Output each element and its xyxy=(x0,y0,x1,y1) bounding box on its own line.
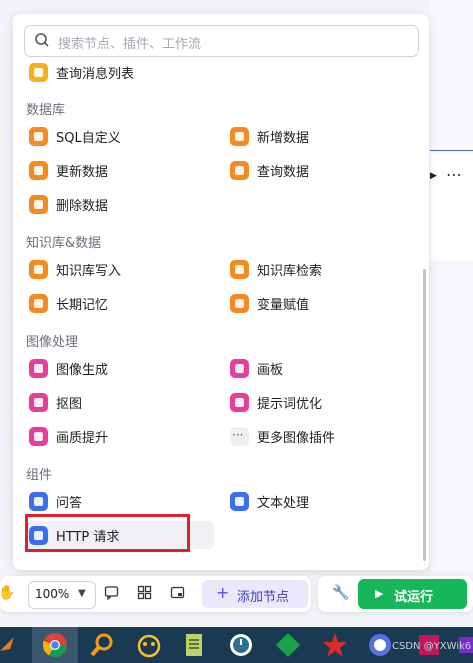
watermark: CSDN @YXWik6 xyxy=(392,641,472,652)
node-item-delete-data[interactable]: 删除数据 xyxy=(26,190,216,218)
cutout-icon xyxy=(29,392,48,412)
database-search-icon xyxy=(230,160,249,180)
prompt-list-icon xyxy=(230,392,249,412)
node-item-label: 抠图 xyxy=(56,396,83,412)
hand-icon[interactable]: ✋ xyxy=(0,585,15,601)
section-database: 数据库 xyxy=(26,103,66,118)
search-icon xyxy=(35,33,49,47)
test-run-label: 试运行 xyxy=(394,590,434,605)
database-delete-icon xyxy=(29,194,48,214)
node-item-label: 画质提升 xyxy=(56,430,109,446)
scrollbar[interactable] xyxy=(423,269,426,561)
node-item-label: 提示词优化 xyxy=(257,396,323,412)
node-item-image-gen[interactable]: 图像生成 xyxy=(26,354,216,382)
more-options-icon[interactable]: ⋯ xyxy=(446,165,463,184)
browser-app-icon[interactable] xyxy=(366,631,394,659)
star-app-icon[interactable] xyxy=(321,631,349,659)
diamond-app-icon[interactable] xyxy=(274,631,302,659)
chrome-icon[interactable] xyxy=(41,631,69,659)
knowledge-search-icon xyxy=(230,259,249,279)
section-knowledge: 知识库&数据 xyxy=(26,236,102,251)
message-list-icon xyxy=(29,62,48,82)
node-item-label: 删除数据 xyxy=(56,198,109,214)
chevron-down-icon: ▼ xyxy=(78,588,86,599)
database-update-icon xyxy=(29,160,48,180)
canvas-toolbar: ✋ 100% ▼ + 添加节点 xyxy=(0,576,311,612)
node-item-kb-write[interactable]: 知识库写入 xyxy=(26,255,216,283)
paw-app-icon[interactable] xyxy=(135,631,163,659)
hd-icon xyxy=(29,426,48,446)
node-item-qa[interactable]: 问答 xyxy=(26,487,216,515)
variable-icon xyxy=(230,293,249,313)
node-item-prompt-opt[interactable]: 提示词优化 xyxy=(227,388,417,416)
database-add-icon xyxy=(230,126,249,146)
node-item-more-image[interactable]: ··· 更多图像插件 xyxy=(227,422,417,450)
search-input[interactable]: 搜索节点、插件、工作流 xyxy=(24,25,419,57)
run-toolbar: 🔧 ▶ 试运行 xyxy=(318,576,473,612)
database-icon xyxy=(29,126,48,146)
image-generate-icon xyxy=(29,358,48,378)
more-icon: ··· xyxy=(230,426,249,446)
section-component: 组件 xyxy=(26,468,53,483)
node-item-label: 新增数据 xyxy=(257,130,310,146)
plus-icon: + xyxy=(216,583,230,602)
add-node-label: 添加节点 xyxy=(237,590,290,605)
node-item-query-messages[interactable]: 查询消息列表 xyxy=(26,58,216,86)
node-item-quality-up[interactable]: 画质提升 xyxy=(26,422,216,450)
layout-grid-icon[interactable] xyxy=(137,585,152,600)
play-arrow-icon: ▶ xyxy=(430,171,437,181)
knowledge-write-icon xyxy=(29,259,48,279)
node-item-kb-search[interactable]: 知识库检索 xyxy=(227,255,417,283)
node-picker-panel: 搜索节点、插件、工作流 查询消息列表 数据库 SQL自定义 新增数据 更新数据 … xyxy=(13,14,429,570)
question-icon xyxy=(29,491,48,511)
node-item-label: 变量赋值 xyxy=(257,297,310,313)
search-tool-icon[interactable] xyxy=(88,631,116,659)
node-item-text-proc[interactable]: 文本处理 xyxy=(227,487,417,515)
node-item-query-data[interactable]: 查询数据 xyxy=(227,156,417,184)
node-item-label: 图像生成 xyxy=(56,362,109,378)
canvas-board-icon xyxy=(230,358,249,378)
zoom-value: 100% xyxy=(35,587,70,601)
node-item-var-assign[interactable]: 变量赋值 xyxy=(227,289,417,317)
comment-icon[interactable] xyxy=(104,585,119,600)
node-item-label: 画板 xyxy=(257,362,284,378)
memory-icon xyxy=(29,293,48,313)
notepad-icon[interactable] xyxy=(180,631,208,659)
node-item-label: 知识库写入 xyxy=(56,263,122,279)
highlight-box xyxy=(25,514,190,552)
node-item-long-memory[interactable]: 长期记忆 xyxy=(26,289,216,317)
node-item-label: 知识库检索 xyxy=(257,263,323,279)
node-item-cutout[interactable]: 抠图 xyxy=(26,388,216,416)
node-item-label: SQL自定义 xyxy=(56,130,121,146)
wrench-icon[interactable]: 🔧 xyxy=(332,585,349,601)
node-item-sql[interactable]: SQL自定义 xyxy=(26,122,216,150)
minimap-icon[interactable] xyxy=(170,585,185,600)
node-item-add-data[interactable]: 新增数据 xyxy=(227,122,417,150)
canvas-node-partial[interactable]: ▶ ⋯ xyxy=(430,150,473,261)
play-icon: ▶ xyxy=(375,587,384,600)
search-placeholder: 搜索节点、插件、工作流 xyxy=(58,37,202,52)
node-item-update-data[interactable]: 更新数据 xyxy=(26,156,216,184)
node-item-label: 问答 xyxy=(56,495,83,511)
node-item-canvas[interactable]: 画板 xyxy=(227,354,417,382)
text-process-icon xyxy=(230,491,249,511)
zoom-select[interactable]: 100% ▼ xyxy=(28,581,96,609)
canvas-background xyxy=(430,0,473,570)
node-item-label: 文本处理 xyxy=(257,495,310,511)
test-run-button[interactable]: ▶ 试运行 xyxy=(358,579,467,609)
node-item-label: 查询数据 xyxy=(257,164,310,180)
add-node-button[interactable]: + 添加节点 xyxy=(202,580,308,608)
clock-app-icon[interactable] xyxy=(227,631,255,659)
app-icon-partial[interactable] xyxy=(0,631,28,659)
node-item-label: 更多图像插件 xyxy=(257,430,336,446)
node-item-label: 更新数据 xyxy=(56,164,109,180)
section-image: 图像处理 xyxy=(26,335,79,350)
node-item-label: 长期记忆 xyxy=(56,297,109,313)
node-item-label: 查询消息列表 xyxy=(56,66,135,82)
